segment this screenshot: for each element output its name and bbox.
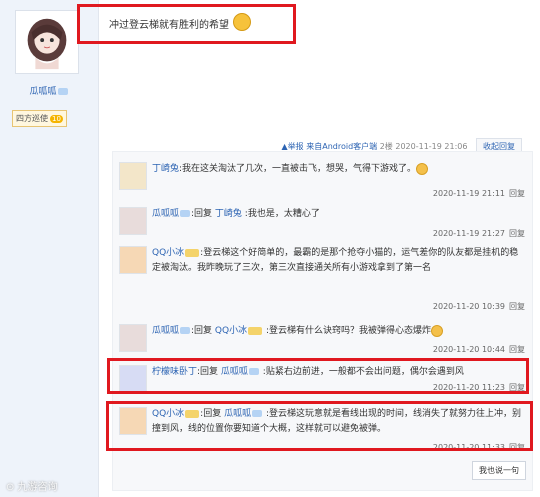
reply-time: 2020-11-20 11:23 — [432, 383, 505, 392]
vip-icon — [248, 368, 259, 375]
reply-avatar[interactable] — [119, 162, 147, 190]
reply-button[interactable]: 回复 — [509, 443, 525, 452]
reply-avatar[interactable] — [119, 365, 147, 393]
reply-item: 瓜呱呱:回复 QQ小冰 :登云梯有什么诀窍吗？我被弹得心态爆炸 2020-11-… — [119, 324, 525, 360]
vip-icon — [248, 326, 263, 335]
reply-avatar[interactable] — [119, 407, 147, 435]
reply-item: QQ小冰:回复 瓜呱呱 :登云梯这玩意就是看线出现的时间，线消失了就努力往上冲，… — [119, 407, 525, 457]
emoji-icon — [431, 324, 443, 337]
reply-button[interactable]: 回复 — [509, 383, 525, 392]
reply-user[interactable]: 瓜呱呱 — [152, 209, 179, 219]
reply-avatar[interactable] — [119, 246, 147, 274]
reply-user[interactable]: 柠檬味卧丁 — [152, 367, 197, 377]
reply-user[interactable]: QQ小冰 — [152, 248, 184, 258]
client-link[interactable]: 来自Android客户端 — [306, 142, 377, 151]
watermark: ⊙ 九游咨询 — [6, 482, 58, 493]
reply-avatar[interactable] — [119, 324, 147, 352]
reply-target[interactable]: 丁崎兔 — [215, 209, 242, 219]
reply-text: :登云梯这个好简单的，最霸的是那个抢夺小猫的，运气差你的队友都是挂机的稳定被淘汰… — [152, 248, 519, 273]
reply-button[interactable]: 回复 — [509, 345, 525, 354]
avatar[interactable] — [15, 10, 79, 74]
reply-button[interactable]: 回复 — [509, 229, 525, 238]
vip-icon — [180, 210, 191, 217]
reply-item: 丁崎兔:我在这关淘汰了几次，一直被击飞，想哭，气得下游戏了。 2020-11-1… — [119, 162, 525, 202]
reply-avatar[interactable] — [119, 207, 147, 235]
vip-icon — [185, 409, 200, 418]
reply-time: 2020-11-19 21:11 — [432, 189, 505, 198]
report-link[interactable]: ▲举报 — [282, 142, 304, 151]
reply-text: :贴紧右边前进，一般都不会出问题，偶尔会遇到风 — [259, 367, 464, 377]
floor-number: 2楼 — [379, 142, 393, 151]
reply-list: 丁崎兔:我在这关淘汰了几次，一直被击飞，想哭，气得下游戏了。 2020-11-1… — [112, 151, 533, 491]
reply-time: 2020-11-19 21:27 — [432, 229, 505, 238]
reply-button[interactable]: 回复 — [509, 189, 525, 198]
level-number: 10 — [50, 115, 63, 123]
reply-time: 2020-11-20 10:44 — [432, 345, 505, 354]
emoji-icon — [416, 162, 429, 175]
vip-icon — [185, 248, 200, 257]
vip-icon — [252, 410, 263, 417]
reply-user[interactable]: 丁崎兔 — [152, 164, 179, 174]
reply-text: :我也是，太糟心了 — [241, 209, 320, 219]
reply-target[interactable]: QQ小冰 — [215, 326, 247, 336]
reply-item: 瓜呱呱:回复 丁崎兔 :我也是，太糟心了 2020-11-19 21:27 回复 — [119, 207, 525, 247]
reply-time: 2020-11-20 11:33 — [432, 443, 505, 452]
level-badge: 四方巡使 10 — [12, 110, 67, 127]
vip-icon — [57, 88, 68, 95]
surprised-emoji-icon — [233, 13, 251, 31]
post-area: 冲过登云梯就有胜利的希望 ▲举报 来自Android客户端 2楼 2020-11… — [99, 0, 540, 497]
reply-target[interactable]: 瓜呱呱 — [221, 367, 248, 377]
reply-user[interactable]: 瓜呱呱 — [152, 326, 179, 336]
reply-text: :我在这关淘汰了几次，一直被击飞，想哭，气得下游戏了。 — [179, 164, 417, 174]
reply-time: 2020-11-20 10:39 — [432, 302, 505, 311]
reply-text: :登云梯有什么诀窍吗？我被弹得心态爆炸 — [263, 326, 431, 336]
post-time: 2020-11-19 21:06 — [395, 142, 468, 151]
reply-target[interactable]: 瓜呱呱 — [224, 409, 251, 419]
vip-icon — [180, 327, 191, 334]
reply-button[interactable]: 回复 — [509, 302, 525, 311]
post-content: 冲过登云梯就有胜利的希望 — [109, 13, 251, 34]
reply-item: 柠檬味卧丁:回复 瓜呱呱 :贴紧右边前进，一般都不会出问题，偶尔会遇到风 202… — [119, 365, 525, 397]
author-name[interactable]: 瓜呱呱 — [0, 84, 98, 97]
reply-item: QQ小冰:登云梯这个好简单的，最霸的是那个抢夺小猫的，运气差你的队友都是挂机的稳… — [119, 246, 525, 316]
author-sidebar: 瓜呱呱 四方巡使 10 — [0, 0, 99, 497]
reply-user[interactable]: QQ小冰 — [152, 409, 184, 419]
reply-post-button[interactable]: 我也说一句 — [472, 461, 526, 480]
